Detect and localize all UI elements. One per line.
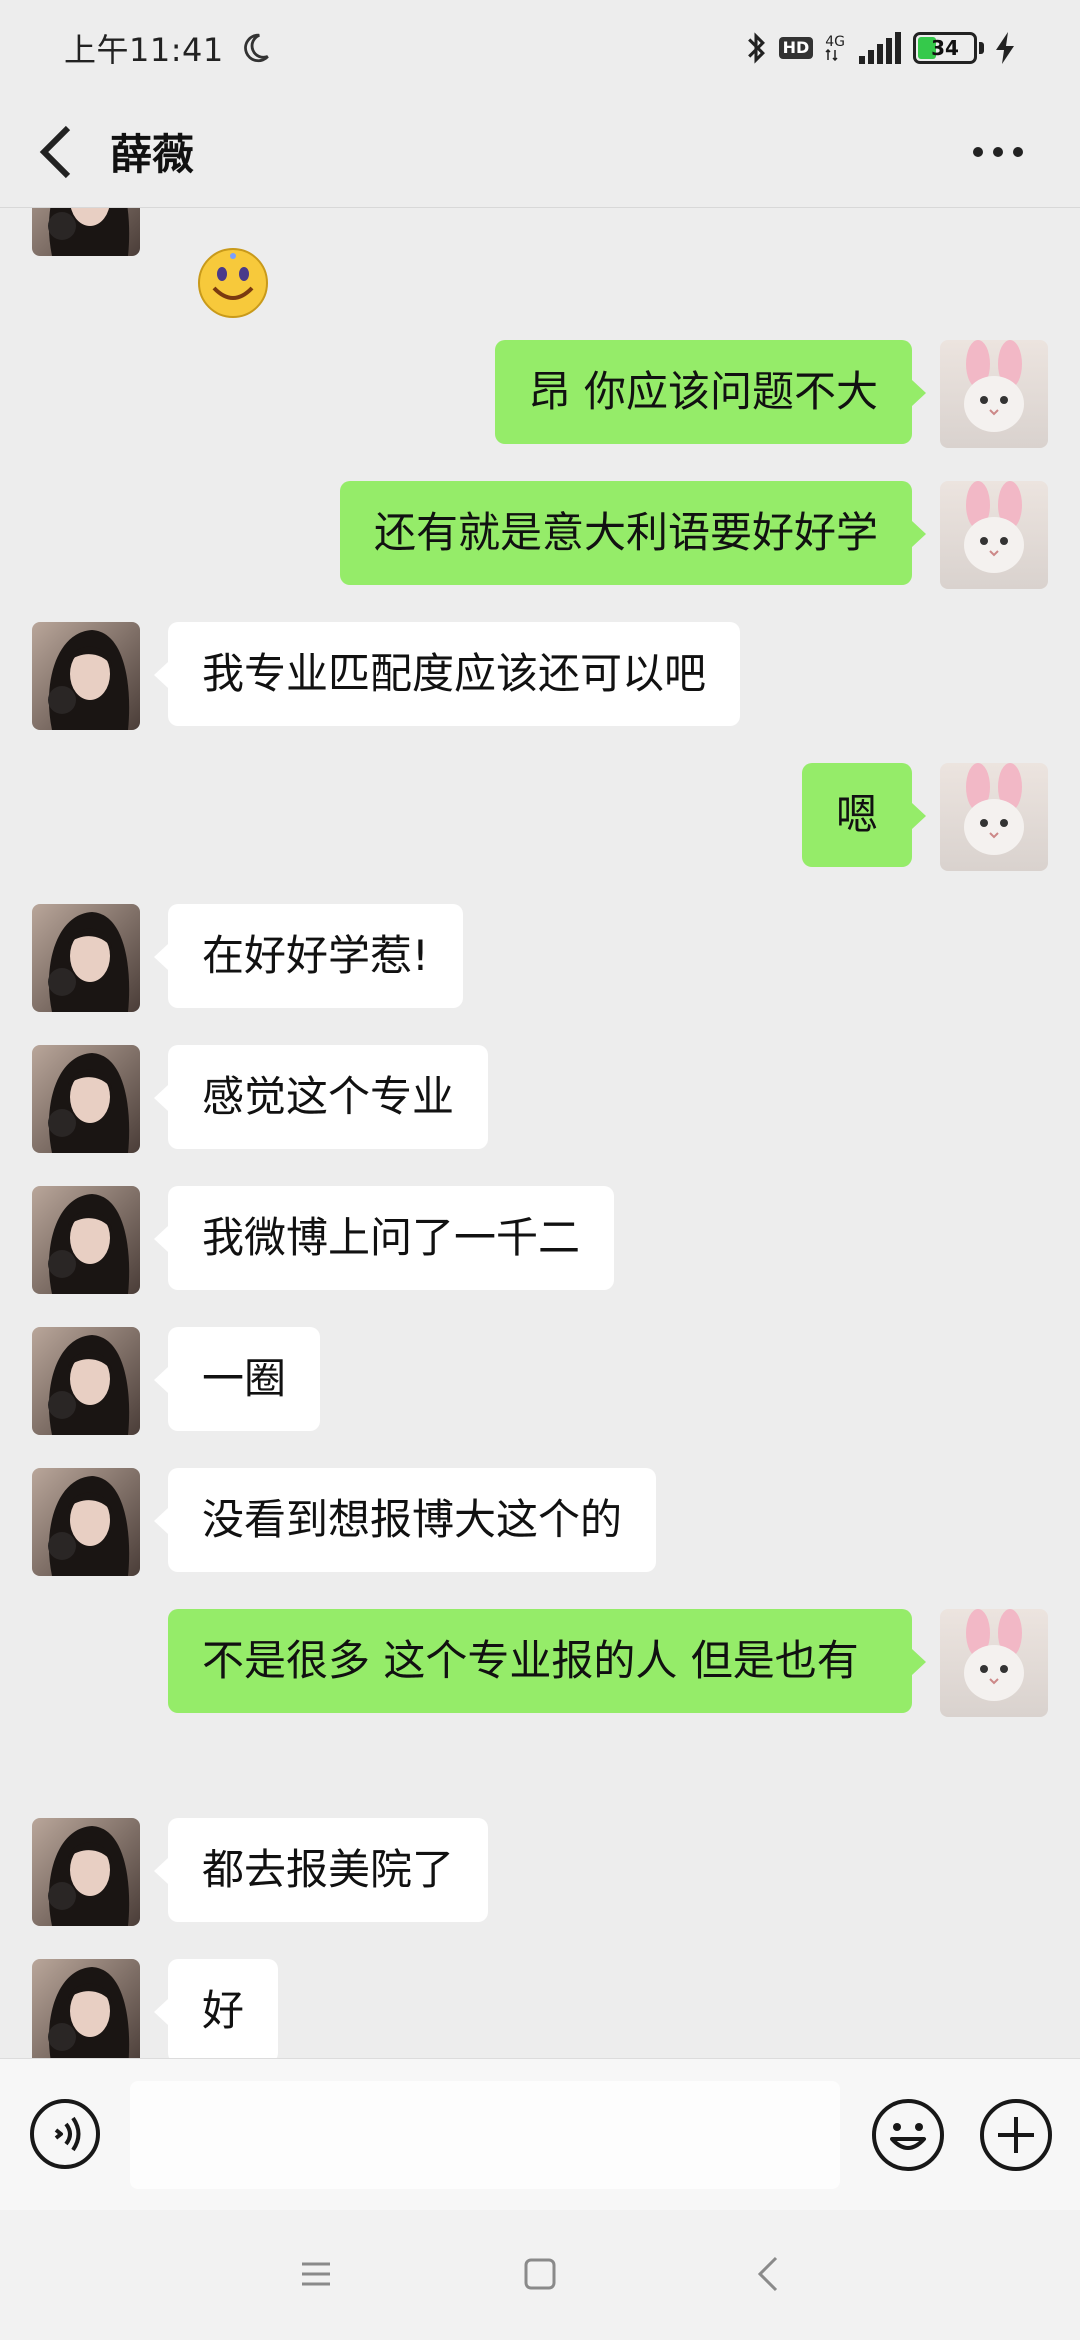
incoming-message-bubble[interactable]: 我微博上问了一千二 [153, 1186, 615, 1290]
chat-title: 薛薇 [110, 130, 195, 179]
nav-back-chevron-icon[interactable] [754, 2254, 782, 2294]
contact-avatar[interactable] [32, 904, 140, 1012]
voice-input-icon[interactable] [28, 2097, 102, 2171]
chat-input-bar [0, 2058, 1080, 2210]
battery-nub [979, 42, 984, 54]
chat-header: 薛薇 [0, 96, 1080, 208]
incoming-message-bubble[interactable]: 好 [153, 1959, 279, 2058]
status-icons: HD 4G 34 [745, 31, 1016, 65]
incoming-message-bubble[interactable]: 我专业匹配度应该还可以吧 [153, 622, 741, 726]
message-input[interactable] [130, 2081, 840, 2189]
battery-percent: 34 [931, 36, 959, 60]
status-time: 上午11:41 [64, 31, 224, 69]
bluetooth-icon [747, 32, 765, 64]
status-bar: 上午11:41 HD 4G 34 [0, 0, 1080, 96]
network-type-label: 4G [825, 35, 845, 61]
recent-apps-menu-icon[interactable] [298, 2256, 334, 2292]
my-avatar[interactable] [940, 340, 1048, 448]
back-arrow-icon[interactable] [36, 124, 76, 180]
outgoing-message-bubble[interactable]: 还有就是意大利语要好好学 [339, 481, 927, 585]
incoming-message-bubble[interactable]: 感觉这个专业 [153, 1045, 489, 1149]
my-avatar[interactable] [940, 1609, 1048, 1717]
outgoing-message-bubble[interactable]: 嗯 [801, 763, 927, 867]
add-attachment-icon[interactable] [978, 2097, 1054, 2173]
do-not-disturb-moon-icon [243, 33, 269, 63]
battery-indicator: 34 [913, 32, 977, 64]
signal-strength-icon [859, 32, 901, 64]
smiley-emoji-icon[interactable] [196, 246, 270, 320]
hd-voice-badge: HD [778, 37, 814, 59]
contact-avatar[interactable] [32, 1045, 140, 1153]
network-type-text: 4G [825, 34, 845, 50]
my-avatar[interactable] [940, 763, 1048, 871]
emoji-picker-icon[interactable] [870, 2097, 946, 2173]
system-navigation-bar [0, 2210, 1080, 2340]
home-square-icon[interactable] [522, 2256, 558, 2292]
contact-avatar[interactable] [32, 622, 140, 730]
incoming-message-bubble[interactable]: 没看到想报博大这个的 [153, 1468, 657, 1572]
contact-avatar[interactable] [32, 208, 140, 256]
contact-avatar[interactable] [32, 1818, 140, 1926]
my-avatar[interactable] [940, 481, 1048, 589]
incoming-message-bubble[interactable]: 都去报美院了 [153, 1818, 489, 1922]
outgoing-message-bubble[interactable]: 昂 你应该问题不大 [494, 340, 927, 444]
charging-bolt-icon [996, 32, 1014, 64]
contact-avatar[interactable] [32, 1959, 140, 2058]
contact-avatar[interactable] [32, 1468, 140, 1576]
outgoing-message-bubble[interactable]: 不是很多 这个专业报的人 但是也有 [168, 1609, 926, 1713]
message-list[interactable]: 昂 你应该问题不大 还有就是意大利语要好好学 我专业匹配度应该还可以吧 嗯 在好… [0, 208, 1080, 2058]
contact-avatar[interactable] [32, 1327, 140, 1435]
contact-avatar[interactable] [32, 1186, 140, 1294]
more-options-icon[interactable] [968, 142, 1028, 162]
data-arrows-icon [825, 49, 838, 61]
incoming-message-bubble[interactable]: 在好好学惹! [154, 904, 463, 1008]
incoming-message-bubble[interactable]: 一圈 [153, 1327, 321, 1431]
